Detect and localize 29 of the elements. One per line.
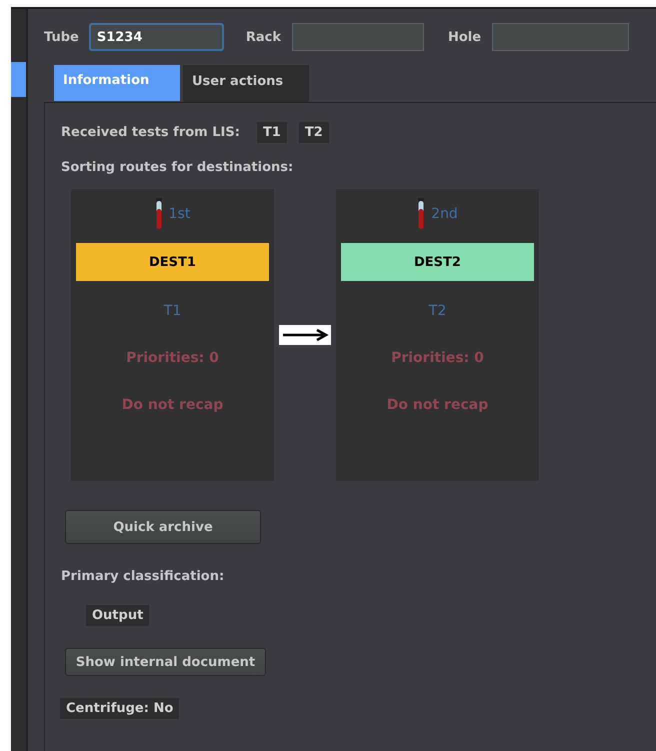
input-field[interactable] <box>492 23 630 51</box>
classification-label: Primary classification: <box>61 569 224 584</box>
tab[interactable]: User actions <box>183 65 309 102</box>
centrifuge-label: Centrifuge: No <box>60 698 180 719</box>
order-label: 1st <box>168 206 190 222</box>
show-document-button[interactable]: Show internal document <box>65 648 266 676</box>
destination-bar: DEST2 <box>341 243 534 281</box>
test-label: T2 <box>428 303 446 319</box>
order-label: 2nd <box>431 206 458 222</box>
input-field[interactable]: S1234 <box>88 23 224 51</box>
test-tag: T2 <box>298 122 329 142</box>
test-tube-icon <box>417 198 426 230</box>
classification-value: Output <box>86 605 150 626</box>
routes-label: Sorting routes for destinations: <box>61 160 294 175</box>
tests-label: Received tests from LIS: <box>61 124 240 140</box>
quick-archive-button[interactable]: Quick archive <box>65 510 261 544</box>
input-field[interactable] <box>292 23 424 51</box>
test-label: T1 <box>164 303 182 319</box>
test-tag: T1 <box>256 122 287 142</box>
destination-bar: DEST1 <box>76 243 269 281</box>
priorities-label: Priorities: 0 <box>126 350 219 366</box>
tab[interactable]: Information <box>54 65 180 101</box>
field-label: Tube <box>44 30 79 44</box>
recap-label: Do not recap <box>386 397 488 413</box>
field-label: Hole <box>448 30 482 44</box>
recap-label: Do not recap <box>122 397 224 413</box>
test-tube-icon <box>154 198 163 230</box>
priorities-label: Priorities: 0 <box>391 350 484 366</box>
field-label: Rack <box>246 30 281 44</box>
